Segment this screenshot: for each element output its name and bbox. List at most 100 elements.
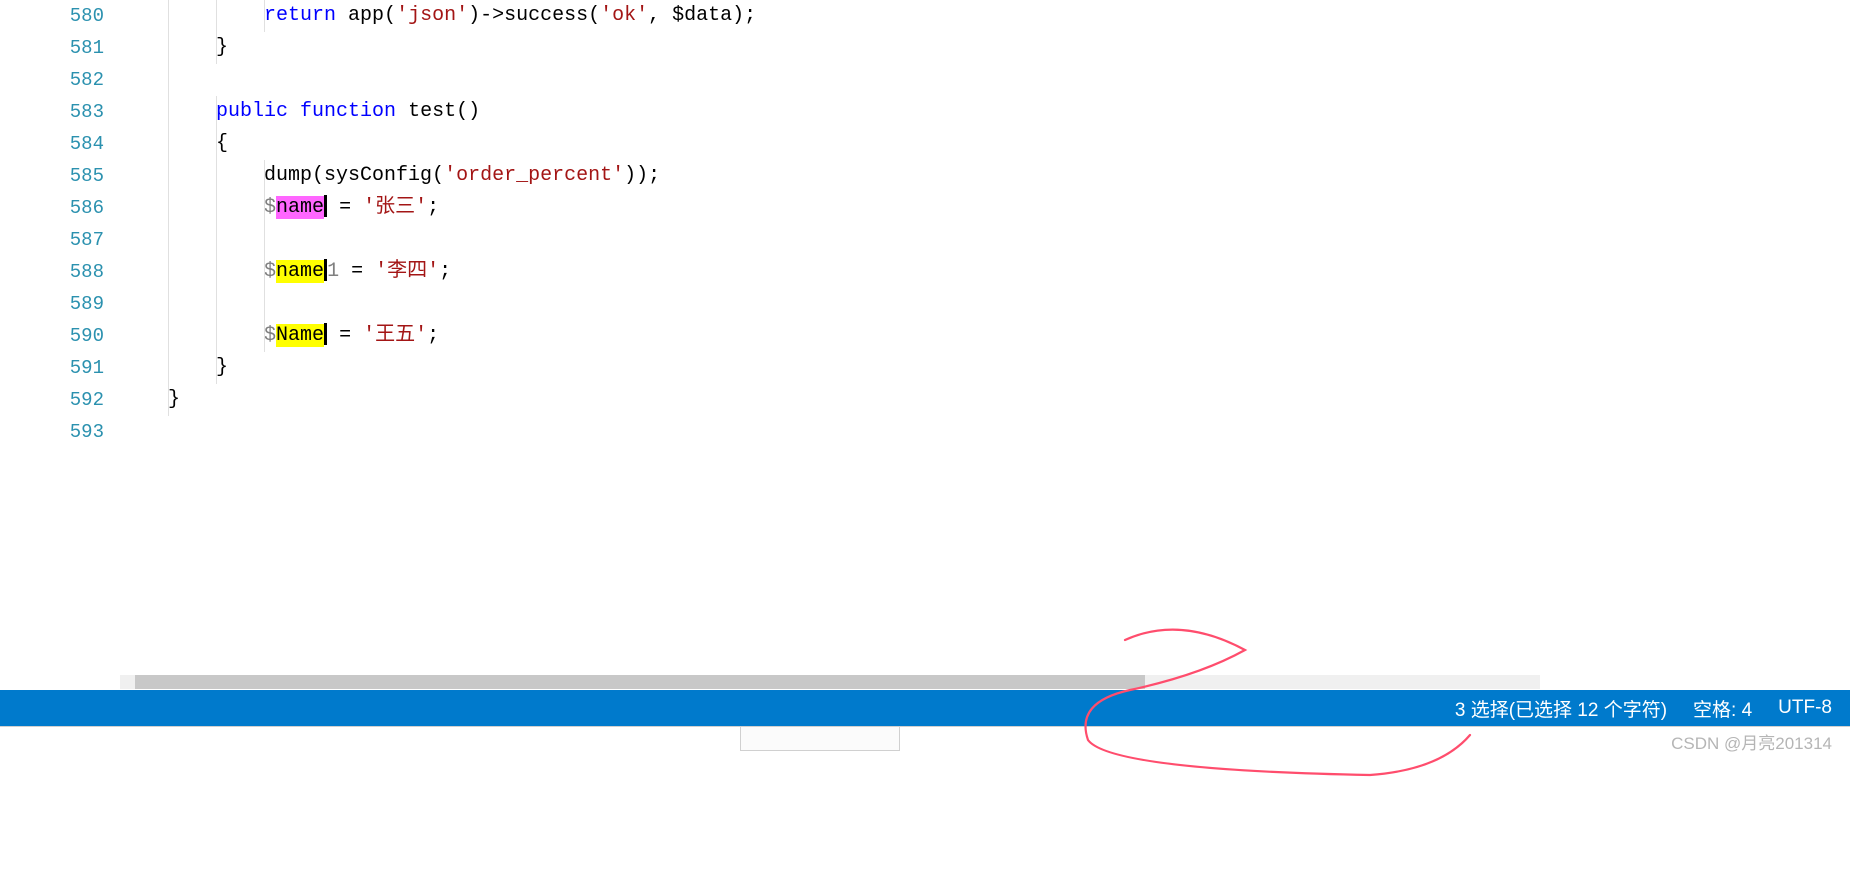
code-token: '李四' [375, 260, 439, 283]
code-token: $ [264, 324, 276, 347]
code-token [120, 196, 264, 219]
indent-guide [216, 160, 217, 192]
code-token: = [327, 196, 363, 219]
line-number[interactable]: 586 [20, 192, 104, 224]
line-number[interactable]: 590 [20, 320, 104, 352]
indent-guide [168, 352, 169, 384]
indent-guide [168, 0, 169, 32]
code-token: name [276, 196, 324, 219]
code-token: ; [427, 324, 439, 347]
indent-guide [264, 224, 265, 256]
watermark-text: CSDN @月亮201314 [1671, 729, 1832, 754]
status-encoding[interactable]: UTF-8 [1778, 697, 1832, 719]
code-token: 'json' [396, 4, 468, 27]
indent-guide [168, 288, 169, 320]
code-line[interactable] [120, 64, 1850, 96]
code-token: } [120, 36, 228, 59]
indent-guide [168, 384, 169, 416]
status-bar: 3 选择(已选择 12 个字符) 空格: 4 UTF-8 [0, 690, 1850, 726]
indent-guide [216, 32, 217, 64]
code-line[interactable]: $Name = '王五'; [120, 320, 1850, 352]
editor-container: 5805815825835845855865875885895905915925… [0, 0, 1850, 675]
code-token: '张三' [363, 196, 427, 219]
horizontal-scrollbar-thumb[interactable] [135, 675, 1145, 689]
code-token [120, 4, 264, 27]
line-number[interactable]: 580 [20, 0, 104, 32]
code-token: public [216, 100, 288, 123]
code-token: $ [264, 260, 276, 283]
indent-guide [264, 192, 265, 224]
indent-guide [216, 192, 217, 224]
code-area[interactable]: return app('json')->success('ok', $data)… [120, 0, 1850, 675]
code-token: 'order_percent' [444, 164, 624, 187]
code-token: return [264, 4, 336, 27]
indent-guide [216, 0, 217, 32]
line-number[interactable]: 582 [20, 64, 104, 96]
code-token [288, 100, 300, 123]
code-token: ; [439, 260, 451, 283]
indent-guide [216, 288, 217, 320]
code-line[interactable] [120, 288, 1850, 320]
code-line[interactable] [120, 224, 1850, 256]
indent-guide [264, 288, 265, 320]
code-line[interactable]: return app('json')->success('ok', $data)… [120, 0, 1850, 32]
indent-guide [168, 256, 169, 288]
indent-guide [216, 320, 217, 352]
code-token: )); [624, 164, 660, 187]
panel-tab[interactable] [740, 727, 900, 751]
indent-guide [168, 224, 169, 256]
code-token: $ [264, 196, 276, 219]
code-token: ; [427, 196, 439, 219]
code-token: test() [396, 100, 480, 123]
code-line[interactable]: } [120, 384, 1850, 416]
code-line[interactable]: { [120, 128, 1850, 160]
code-line[interactable]: $name1 = '李四'; [120, 256, 1850, 288]
indent-guide [264, 256, 265, 288]
line-number[interactable]: 592 [20, 384, 104, 416]
indent-guide [168, 96, 169, 128]
status-indent[interactable]: 空格: 4 [1693, 695, 1752, 722]
indent-guide [264, 160, 265, 192]
code-token: name [276, 260, 324, 283]
code-token [120, 260, 264, 283]
code-token: Name [276, 324, 324, 347]
code-line[interactable]: $name = '张三'; [120, 192, 1850, 224]
code-line[interactable] [120, 416, 1850, 448]
line-number[interactable]: 581 [20, 32, 104, 64]
line-number[interactable]: 585 [20, 160, 104, 192]
code-line[interactable]: } [120, 32, 1850, 64]
code-token [120, 324, 264, 347]
line-number[interactable]: 591 [20, 352, 104, 384]
code-token: )->success( [468, 4, 600, 27]
indent-guide [216, 224, 217, 256]
code-token: function [300, 100, 396, 123]
line-number[interactable]: 593 [20, 416, 104, 448]
code-token: = [327, 324, 363, 347]
indent-guide [264, 320, 265, 352]
horizontal-scrollbar-track[interactable] [120, 675, 1540, 689]
line-number[interactable]: 583 [20, 96, 104, 128]
editor-left-margin [0, 0, 20, 675]
code-token: { [120, 132, 228, 155]
code-line[interactable]: public function test() [120, 96, 1850, 128]
code-line[interactable]: } [120, 352, 1850, 384]
indent-guide [264, 0, 265, 32]
line-number[interactable]: 588 [20, 256, 104, 288]
code-token: 'ok' [600, 4, 648, 27]
indent-guide [216, 128, 217, 160]
panel-area [0, 726, 1850, 886]
indent-guide [168, 32, 169, 64]
code-token: app( [336, 4, 396, 27]
code-line[interactable]: dump(sysConfig('order_percent')); [120, 160, 1850, 192]
code-token: } [120, 388, 180, 411]
indent-guide [168, 320, 169, 352]
indent-guide [168, 64, 169, 96]
line-number[interactable]: 587 [20, 224, 104, 256]
line-number[interactable]: 584 [20, 128, 104, 160]
status-selection[interactable]: 3 选择(已选择 12 个字符) [1455, 695, 1667, 722]
indent-guide [168, 160, 169, 192]
code-token: = [339, 260, 375, 283]
line-number[interactable]: 589 [20, 288, 104, 320]
line-number-gutter[interactable]: 5805815825835845855865875885895905915925… [20, 0, 120, 675]
indent-guide [216, 352, 217, 384]
